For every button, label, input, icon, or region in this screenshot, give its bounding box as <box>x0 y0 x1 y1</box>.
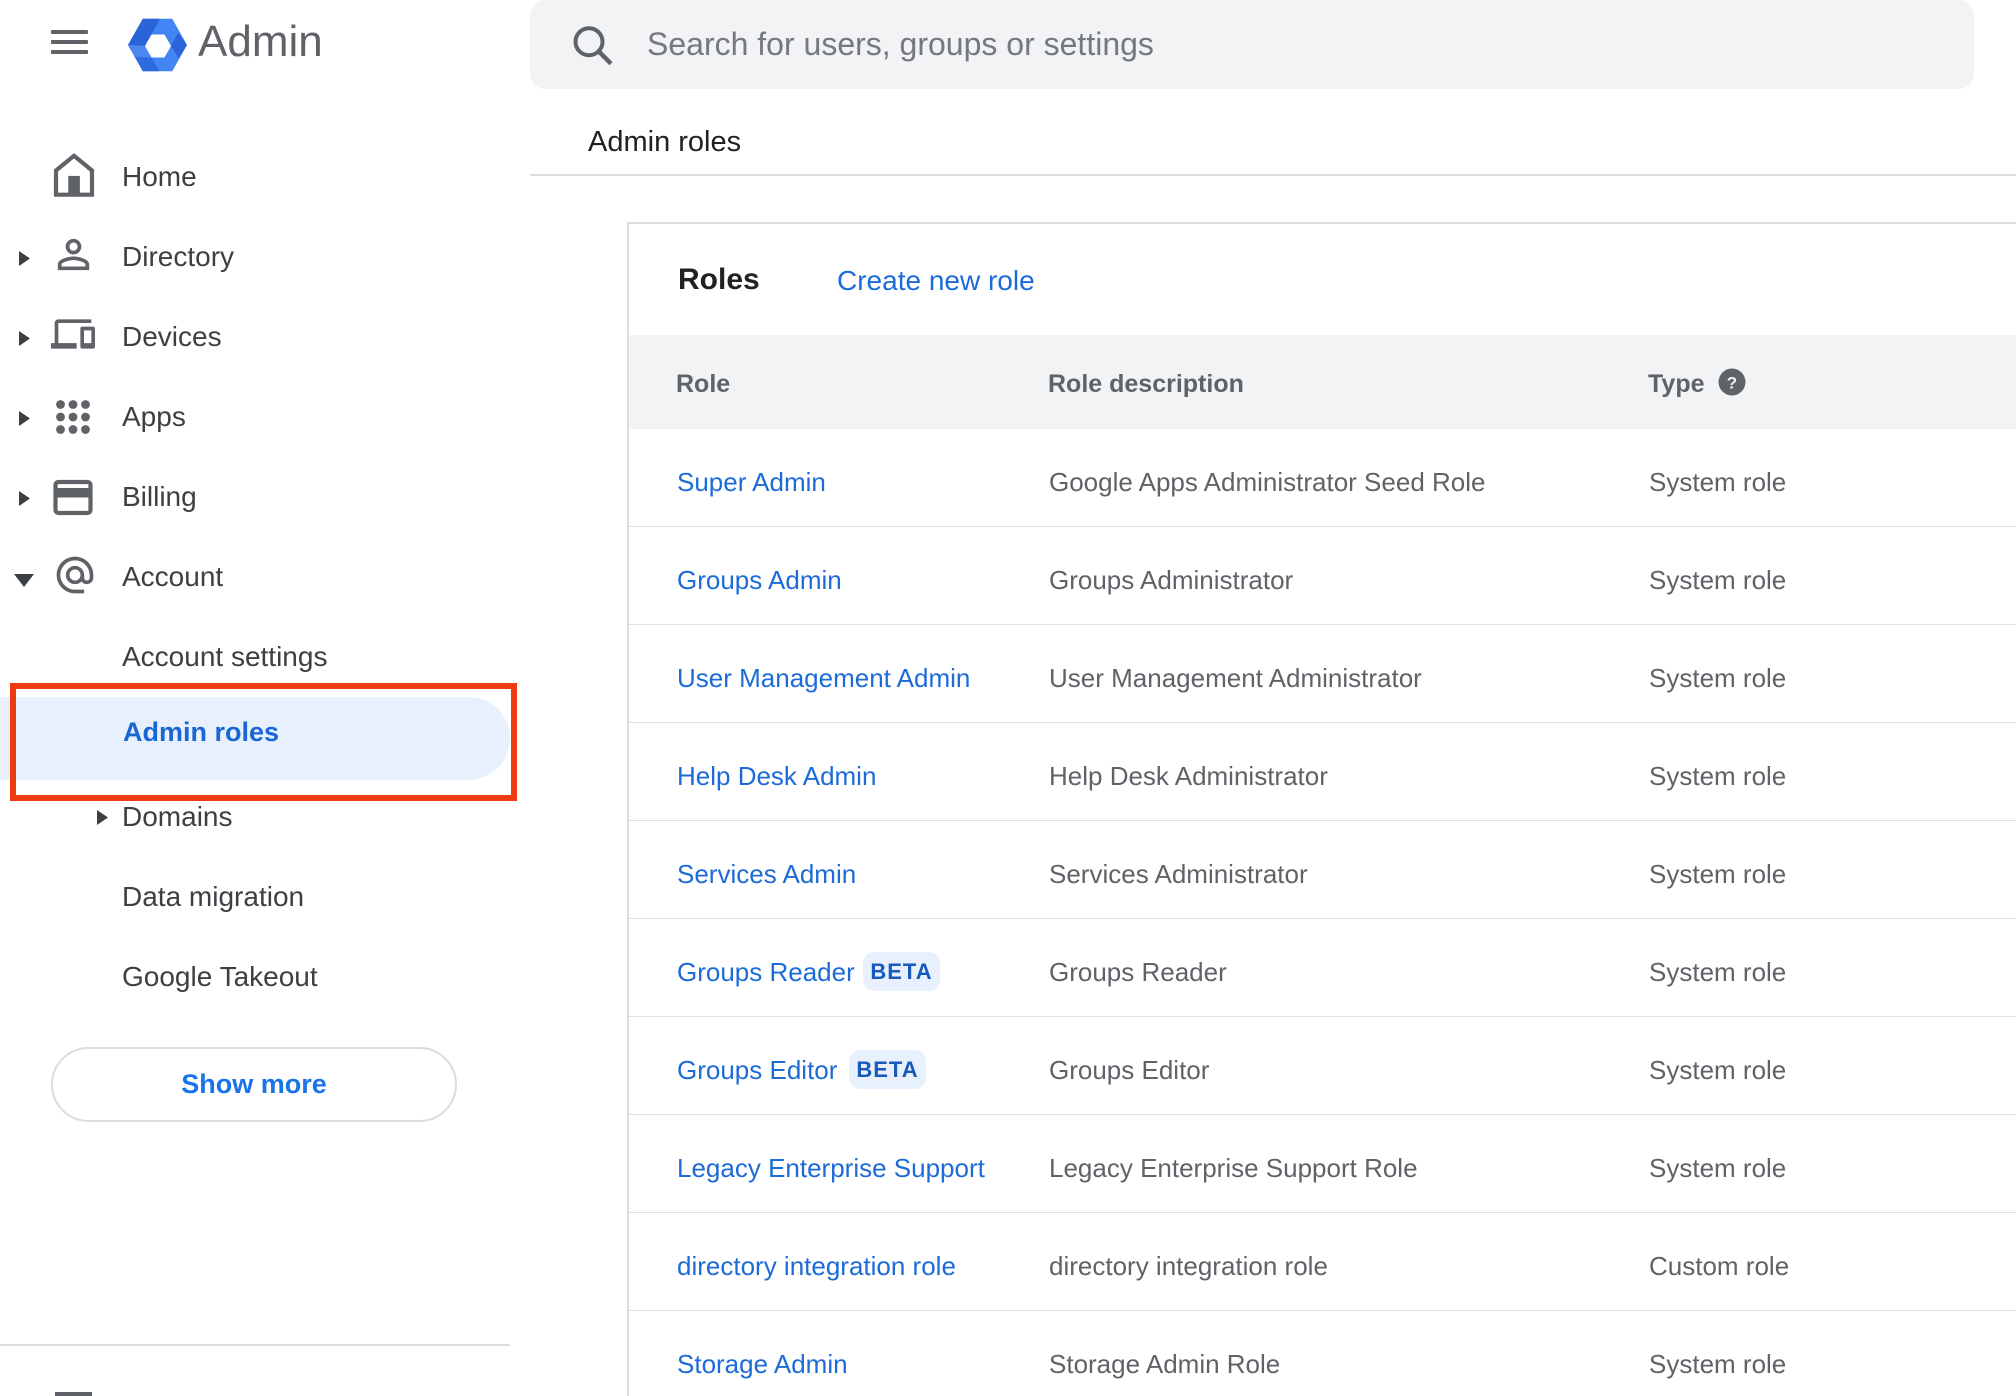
svg-text:?: ? <box>1727 374 1737 393</box>
